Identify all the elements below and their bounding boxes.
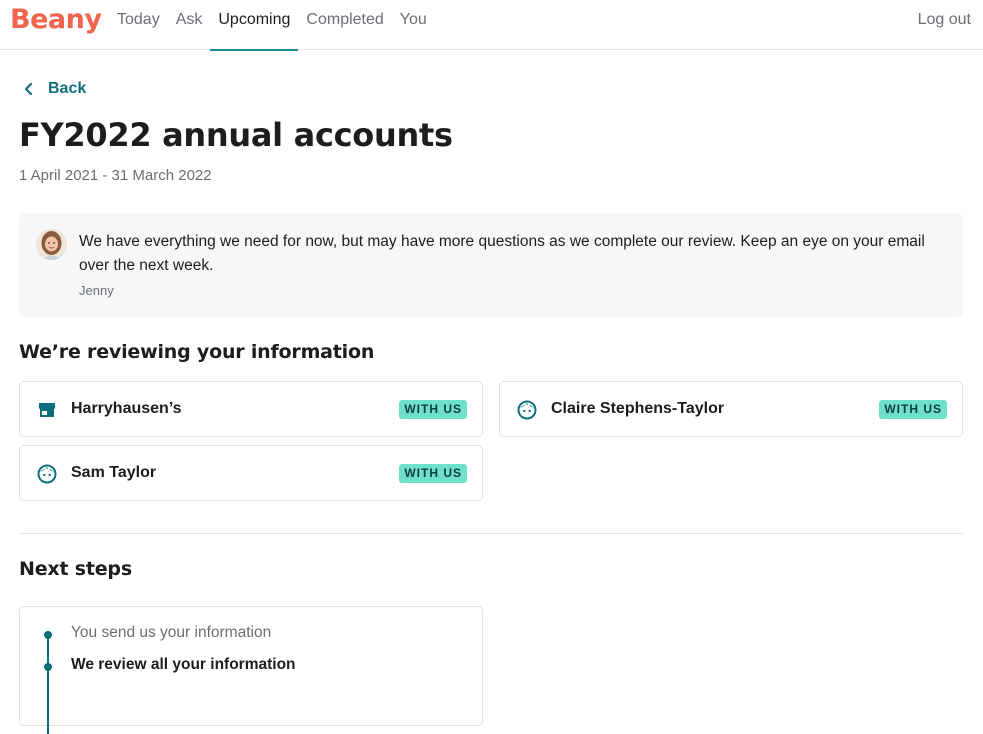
review-item-harryhausens[interactable]: Harryhausen’s WITH US — [19, 381, 483, 437]
message-text: We have everything we need for now, but … — [79, 233, 925, 274]
nav-today[interactable]: Today — [109, 0, 168, 50]
review-item-name: Claire Stephens-Taylor — [551, 400, 725, 417]
step-review-information: We review all your information — [71, 656, 296, 673]
logout-link[interactable]: Log out — [918, 0, 971, 40]
page-title: FY2022 annual accounts — [19, 116, 453, 154]
message-author: Jenny — [79, 283, 114, 298]
status-badge: WITH US — [399, 464, 467, 483]
nav-ask[interactable]: Ask — [168, 0, 211, 50]
timeline-dot-current — [44, 663, 52, 671]
step-send-information: You send us your information — [71, 624, 272, 641]
back-label: Back — [48, 80, 87, 97]
review-item-name: Harryhausen’s — [71, 400, 182, 417]
nav-you[interactable]: You — [392, 0, 435, 50]
review-item-claire[interactable]: Claire Stephens-Taylor WITH US — [499, 381, 963, 437]
timeline-line — [47, 634, 49, 734]
next-steps-timeline: You send us your information We review a… — [19, 606, 483, 734]
jenny-avatar-icon — [36, 229, 67, 260]
accounting-period: 1 April 2021 - 31 March 2022 — [19, 167, 212, 184]
status-badge: WITH US — [399, 400, 467, 419]
person-icon — [517, 400, 537, 420]
reviewing-title: We’re reviewing your information — [19, 341, 375, 363]
top-nav-bar: Beany Today Ask Upcoming Completed You L… — [0, 0, 983, 51]
section-divider — [19, 533, 963, 534]
beany-logo[interactable]: Beany — [10, 4, 102, 35]
accountant-message: We have everything we need for now, but … — [19, 213, 963, 317]
nav-upcoming[interactable]: Upcoming — [210, 0, 299, 51]
back-link[interactable]: Back — [22, 80, 86, 98]
review-item-name: Sam Taylor — [71, 464, 157, 481]
person-icon — [37, 464, 57, 484]
status-badge: WITH US — [879, 400, 947, 419]
next-steps-title: Next steps — [19, 558, 132, 580]
main-nav: Today Ask Upcoming Completed You — [109, 0, 435, 51]
timeline-dot-done — [44, 631, 52, 639]
review-item-sam[interactable]: Sam Taylor WITH US — [19, 445, 483, 501]
chevron-left-icon — [24, 82, 33, 96]
avatar — [36, 229, 67, 260]
nav-completed[interactable]: Completed — [298, 0, 391, 50]
store-icon — [38, 403, 56, 417]
